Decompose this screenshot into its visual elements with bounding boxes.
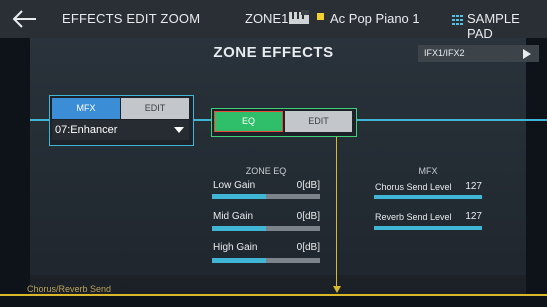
chorus-reverb-send-label: Chorus/Reverb Send [27, 284, 112, 294]
signal-line-left [30, 119, 49, 121]
keyboard-icon [289, 10, 309, 24]
high-gain-slider[interactable] [212, 258, 320, 263]
mid-gain-slider[interactable] [212, 226, 320, 231]
high-gain-value[interactable]: 0[dB] [262, 242, 320, 253]
mfx-switch-button[interactable]: MFX [52, 98, 120, 119]
eq-edit-button[interactable]: EDIT [285, 111, 352, 132]
zone-indicator: ZONE1 [245, 11, 289, 26]
tone-name[interactable]: Ac Pop Piano 1 [330, 11, 420, 26]
mfx-send-title: MFX [418, 166, 438, 176]
chevron-down-icon [174, 127, 184, 133]
send-line-vertical [336, 136, 337, 286]
chorus-send-value[interactable]: 127 [450, 181, 482, 192]
signal-line-mfx-eq [192, 119, 211, 121]
mfx-type-value: 07:Enhancer [55, 124, 118, 136]
high-gain-label: High Gain [213, 242, 258, 253]
signal-line-right [355, 119, 547, 121]
play-arrow-icon [523, 49, 531, 59]
mfx-edit-button[interactable]: EDIT [121, 98, 189, 119]
low-gain-value[interactable]: 0[dB] [262, 180, 320, 191]
chorus-send-label: Chorus Send Level [375, 182, 452, 192]
back-arrow-icon [12, 10, 36, 28]
sample-pad-button[interactable]: SAMPLE PAD [467, 11, 547, 41]
high-gain-fill [212, 258, 266, 263]
low-gain-label: Low Gain [213, 180, 256, 191]
chorus-reverb-send-line [0, 294, 547, 296]
mfx-type-select[interactable]: 07:Enhancer [52, 120, 189, 140]
tone-category-icon [317, 13, 324, 20]
chorus-send-slider[interactable] [374, 195, 482, 199]
sample-pad-icon [452, 12, 464, 25]
mid-gain-fill [212, 226, 266, 231]
zone-eq-title: ZONE EQ [245, 166, 287, 176]
screen-title: EFFECTS EDIT ZOOM [62, 11, 201, 26]
low-gain-slider[interactable] [212, 194, 320, 199]
back-button[interactable] [10, 6, 40, 32]
reverb-send-label: Reverb Send Level [375, 212, 452, 222]
eq-switch-button[interactable]: EQ [214, 111, 283, 132]
ifx-selector[interactable]: IFX1/IFX2 [418, 45, 539, 62]
mid-gain-value[interactable]: 0[dB] [262, 211, 320, 222]
ifx-selector-label: IFX1/IFX2 [424, 48, 465, 58]
reverb-send-slider[interactable] [374, 226, 482, 230]
low-gain-fill [212, 194, 266, 199]
send-arrow-icon [333, 286, 341, 293]
reverb-send-value[interactable]: 127 [450, 211, 482, 222]
mid-gain-label: Mid Gain [213, 211, 254, 222]
